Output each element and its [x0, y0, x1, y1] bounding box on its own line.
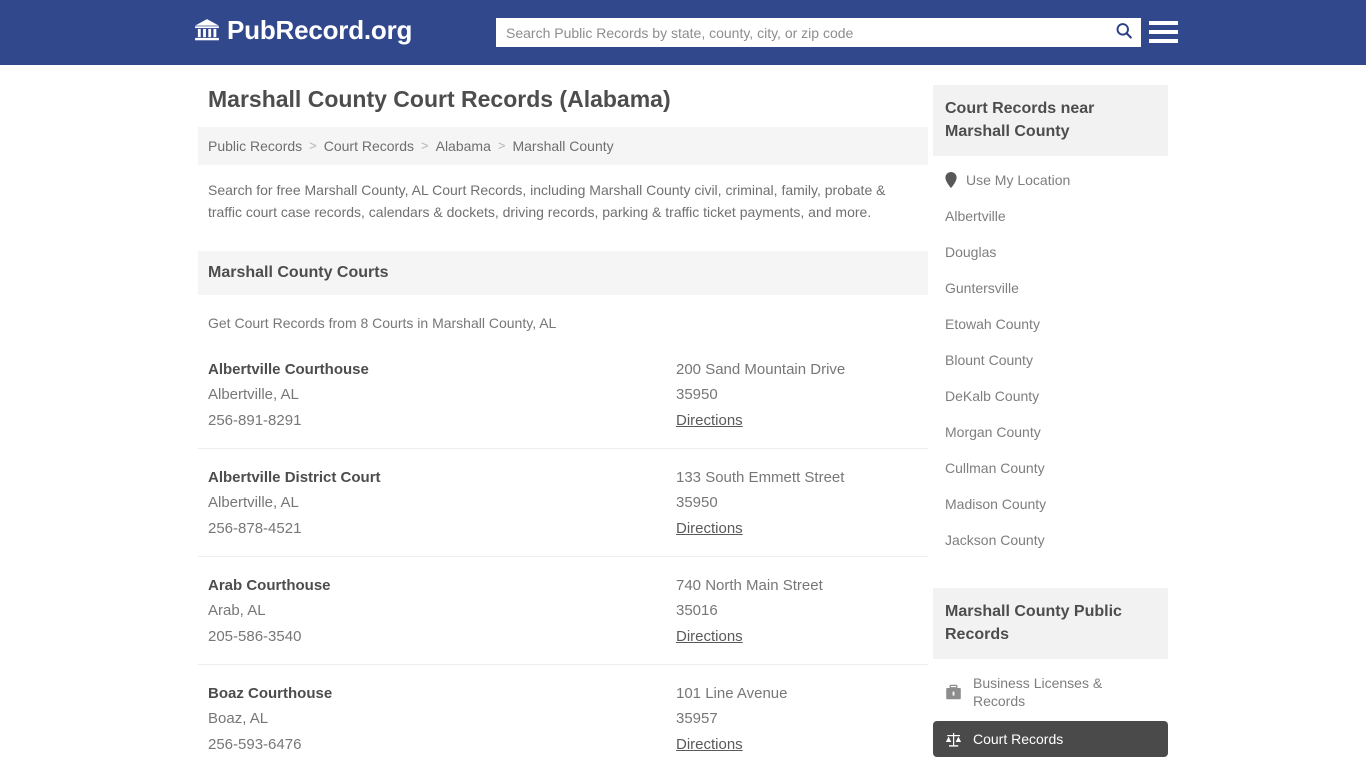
court-city-state: Arab, AL	[208, 602, 266, 619]
hamburger-menu-icon-bar3	[1149, 39, 1178, 43]
page-title: Marshall County Court Records (Alabama)	[208, 86, 671, 112]
near-panel-list: Use My Location Albertville Douglas Gunt…	[933, 162, 1168, 558]
sidebar-item-dekalb-county[interactable]: DeKalb County	[933, 378, 1168, 414]
court-zip: 35957	[676, 710, 718, 727]
breadcrumb-item-alabama[interactable]: Alabama	[436, 137, 491, 155]
hamburger-menu-button[interactable]	[1149, 18, 1178, 46]
sidebar-item-label: Madison County	[945, 496, 1047, 512]
breadcrumb-item-marshall-county[interactable]: Marshall County	[512, 137, 613, 155]
page-intro-text: Search for free Marshall County, AL Cour…	[208, 182, 886, 220]
court-zip: 35950	[676, 494, 718, 511]
sidebar-item-label: Blount County	[945, 352, 1033, 368]
table-row: Albertville District Court Albertville, …	[198, 449, 928, 557]
court-name: Boaz Courthouse	[208, 685, 333, 702]
sidebar-item-blount-county[interactable]: Blount County	[933, 342, 1168, 378]
table-row: Arab Courthouse Arab, AL 205-586-3540 74…	[198, 557, 928, 665]
court-address: 133 South Emmett Street	[676, 469, 845, 486]
hamburger-menu-icon-bar2	[1149, 30, 1178, 34]
court-info: Boaz Courthouse Boaz, AL 256-593-6476	[208, 681, 676, 758]
sidebar-item-label: Use My Location	[966, 172, 1071, 188]
sidebar-item-label: Morgan County	[945, 424, 1041, 440]
sidebar-item-label: Albertville	[945, 208, 1006, 224]
main-column: Marshall County Court Records (Alabama) …	[198, 85, 928, 768]
court-info: Arab Courthouse Arab, AL 205-586-3540	[208, 573, 676, 650]
sidebar: Court Records near Marshall County Use M…	[933, 85, 1168, 768]
sidebar-item-madison-county[interactable]: Madison County	[933, 486, 1168, 522]
court-name: Albertville District Court	[208, 469, 381, 486]
court-name: Arab Courthouse	[208, 577, 331, 594]
search-input[interactable]	[496, 19, 1107, 46]
directions-link[interactable]: Directions	[676, 624, 743, 650]
court-address: 740 North Main Street	[676, 577, 823, 594]
court-zip: 35950	[676, 386, 718, 403]
sidebar-item-use-my-location[interactable]: Use My Location	[933, 162, 1168, 198]
court-phone: 205-586-3540	[208, 628, 302, 645]
breadcrumb-item-public-records[interactable]: Public Records	[208, 137, 302, 155]
sidebar-item-albertville[interactable]: Albertville	[933, 198, 1168, 234]
directions-link[interactable]: Directions	[676, 408, 743, 434]
table-row: Boaz Courthouse Boaz, AL 256-593-6476 10…	[198, 665, 928, 768]
sidebar-item-label: Etowah County	[945, 316, 1040, 332]
sidebar-item-label: Business Licenses & Records	[973, 675, 1103, 709]
bank-building-icon	[194, 17, 220, 43]
site-header: PubRecord.org	[0, 0, 1366, 65]
sidebar-item-label: Jackson County	[945, 532, 1045, 548]
court-phone: 256-878-4521	[208, 520, 302, 537]
scales-of-justice-icon	[945, 731, 962, 748]
hamburger-menu-icon	[1149, 21, 1178, 25]
map-pin-icon	[945, 172, 957, 188]
court-info: Albertville District Court Albertville, …	[208, 465, 676, 542]
directions-link[interactable]: Directions	[676, 516, 743, 542]
directions-link[interactable]: Directions	[676, 732, 743, 758]
breadcrumb-separator: >	[421, 138, 429, 153]
search-icon	[1114, 21, 1134, 44]
courts-list: Albertville Courthouse Albertville, AL 2…	[198, 341, 928, 768]
records-panel-heading: Marshall County Public Records	[933, 588, 1168, 659]
sidebar-item-etowah-county[interactable]: Etowah County	[933, 306, 1168, 342]
sidebar-item-morgan-county[interactable]: Morgan County	[933, 414, 1168, 450]
court-city-state: Albertville, AL	[208, 386, 299, 403]
court-city-state: Boaz, AL	[208, 710, 269, 727]
sidebar-item-court-records[interactable]: Court Records	[933, 721, 1168, 757]
sidebar-item-label: Douglas	[945, 244, 997, 260]
court-info: Albertville Courthouse Albertville, AL 2…	[208, 357, 676, 434]
search-button[interactable]	[1107, 18, 1141, 47]
sidebar-item-label: Court Records	[973, 731, 1064, 747]
court-address-block: 133 South Emmett Street 35950 Directions	[676, 465, 918, 542]
page-body: Marshall County Court Records (Alabama) …	[0, 65, 1366, 768]
search-bar	[496, 18, 1141, 47]
records-panel-list: Business Licenses & Records Court Record…	[933, 665, 1168, 768]
sidebar-item-business-licenses[interactable]: Business Licenses & Records	[933, 665, 1168, 719]
sidebar-item-label: Guntersville	[945, 280, 1019, 296]
content-container: Marshall County Court Records (Alabama) …	[198, 65, 1168, 768]
near-panel-heading: Court Records near Marshall County	[933, 85, 1168, 156]
court-address: 101 Line Avenue	[676, 685, 788, 702]
court-address-block: 740 North Main Street 35016 Directions	[676, 573, 918, 650]
court-phone: 256-891-8291	[208, 412, 302, 429]
breadcrumb-separator: >	[309, 138, 317, 153]
courts-section-heading: Marshall County Courts	[198, 251, 928, 295]
court-name: Albertville Courthouse	[208, 361, 369, 378]
courts-section-subheading: Get Court Records from 8 Courts in Marsh…	[208, 315, 557, 331]
table-row: Albertville Courthouse Albertville, AL 2…	[198, 341, 928, 449]
court-address-block: 200 Sand Mountain Drive 35950 Directions	[676, 357, 918, 434]
briefcase-icon	[945, 684, 962, 701]
court-city-state: Albertville, AL	[208, 494, 299, 511]
sidebar-item-guntersville[interactable]: Guntersville	[933, 270, 1168, 306]
site-logo-link[interactable]: PubRecord.org	[194, 16, 412, 44]
sidebar-item-label: Cullman County	[945, 460, 1045, 476]
court-address-block: 101 Line Avenue 35957 Directions	[676, 681, 918, 758]
court-zip: 35016	[676, 602, 718, 619]
breadcrumb: Public Records > Court Records > Alabama…	[198, 127, 928, 165]
sidebar-item-criminal-records[interactable]: Criminal Records & Warrants	[933, 759, 1168, 768]
site-logo-text: PubRecord.org	[227, 15, 413, 45]
sidebar-item-jackson-county[interactable]: Jackson County	[933, 522, 1168, 558]
sidebar-item-cullman-county[interactable]: Cullman County	[933, 450, 1168, 486]
breadcrumb-separator: >	[497, 138, 506, 153]
breadcrumb-item-court-records[interactable]: Court Records	[324, 137, 414, 155]
sidebar-item-douglas[interactable]: Douglas	[933, 234, 1168, 270]
sidebar-item-label: DeKalb County	[945, 388, 1040, 404]
court-phone: 256-593-6476	[208, 736, 302, 753]
court-address: 200 Sand Mountain Drive	[676, 361, 846, 378]
